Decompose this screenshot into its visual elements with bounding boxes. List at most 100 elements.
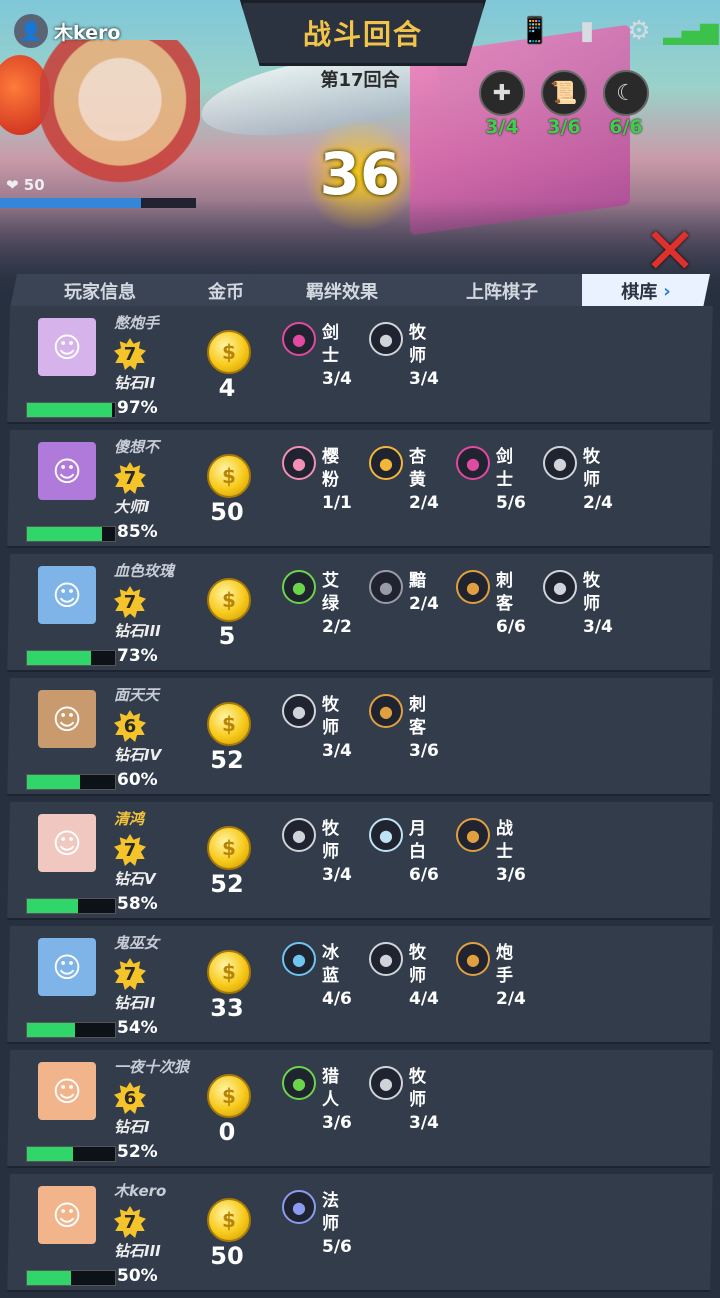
assassin-icon: ● — [456, 570, 490, 604]
progress-percent: 54% — [117, 1018, 158, 1038]
sword-icon: ● — [282, 322, 316, 356]
avatar[interactable]: ☺ — [38, 442, 96, 500]
eye-icon: ● — [369, 570, 403, 604]
avatar[interactable]: ☺ — [38, 318, 96, 376]
gold-coin-icon: $ — [207, 1198, 251, 1242]
lotus-icon: ● — [369, 446, 403, 480]
synergy-count: 3/6 — [409, 741, 439, 761]
synergy-count: 6/6 — [409, 865, 439, 885]
tab-synergy[interactable]: 羁绊效果 — [262, 278, 422, 304]
player-row[interactable]: ☺ 血色玫瑰 7 钻石III 73% $ 5 ● 艾绿 2/2 ● 黯 2/4 … — [7, 554, 713, 672]
avatar[interactable]: ☺ — [38, 938, 96, 996]
progress-percent: 52% — [117, 1142, 158, 1162]
close-icon[interactable]: ✕ — [640, 220, 700, 284]
bow-icon: ● — [282, 1066, 316, 1100]
cannon-icon: ● — [456, 942, 490, 976]
player-row[interactable]: ☺ 傻想不 7 大师I 85% $ 50 ● 樱粉 1/1 ● 杏黄 2/4 ●… — [7, 430, 713, 548]
synergy-name: 牧师 — [322, 695, 339, 738]
tab-piece-pool[interactable]: 棋库 › — [582, 274, 710, 308]
synergy-name: 牧师 — [409, 1067, 426, 1110]
synergy-summary-item: ☾ 6/6 — [602, 70, 650, 138]
synergy-count: 2/4 — [409, 493, 439, 513]
player-row[interactable]: ☺ 憋炮手 7 钻石II 97% $ 4 ● 剑士 3/4 ● 牧师 3/4 — [7, 306, 713, 424]
synergy-name: 战士 — [496, 819, 513, 862]
player-name: 清鸿 — [114, 810, 145, 828]
rank-label: 钻石III — [114, 1242, 161, 1260]
avatar[interactable]: ☺ — [38, 1062, 96, 1120]
avatar[interactable]: ☺ — [38, 1186, 96, 1244]
gear-icon[interactable]: ⚙ — [624, 14, 654, 48]
synergy-count: 1/1 — [322, 493, 352, 513]
gold-coin-icon: $ — [207, 330, 251, 374]
player-row[interactable]: ☺ 一夜十次狼 6 钻石I 52% $ 0 ● 猎人 3/6 ● 牧师 3/4 — [7, 1050, 713, 1168]
synergy-count: 3/4 — [322, 741, 352, 761]
player-row[interactable]: ☺ 鬼巫女 7 钻石II 54% $ 33 ● 冰蓝 4/6 ● 牧师 4/4 … — [7, 926, 713, 1044]
synergy-summary: ✚ 3/4 📜 3/6 ☾ 6/6 — [478, 70, 650, 138]
synergy-item: ● 艾绿 2/2 — [282, 570, 355, 639]
synergy-list: ● 法师 5/6 — [282, 1190, 355, 1259]
synergy-item: ● 剑士 5/6 — [456, 446, 529, 515]
level-star-icon: 6 — [114, 710, 146, 742]
progress-percent: 50% — [117, 1266, 158, 1286]
progress-bar — [26, 898, 116, 914]
synergy-item: ● 冰蓝 4/6 — [282, 942, 355, 1011]
progress-percent: 60% — [117, 770, 158, 790]
info-tabs: 玩家信息 金币 羁绊效果 上阵棋子 棋库 › — [10, 274, 710, 308]
synergy-count: 2/2 — [322, 617, 352, 637]
player-row[interactable]: ☺ 面天天 6 钻石IV 60% $ 52 ● 牧师 3/4 ● 刺客 3/6 — [7, 678, 713, 796]
player-name: 一夜十次狼 — [114, 1058, 190, 1076]
gold-amount: 52 — [210, 746, 244, 774]
page-title: 战斗回合 — [302, 18, 423, 51]
synergy-item: ● 牧师 4/4 — [369, 942, 442, 1011]
synergy-item: ● 牧师 2/4 — [543, 446, 616, 515]
cross-icon: ● — [369, 1066, 403, 1100]
progress-percent: 97% — [117, 398, 158, 418]
synergy-name: 黯 — [409, 571, 426, 591]
player-avatar-icon: 👤 — [14, 14, 48, 48]
synergy-item: ● 牧师 3/4 — [543, 570, 616, 639]
rank-label: 钻石IV — [114, 746, 162, 764]
cross-icon: ● — [282, 694, 316, 728]
synergy-item: ● 刺客 3/6 — [369, 694, 442, 763]
cross-icon: ● — [369, 942, 403, 976]
tab-player-info[interactable]: 玩家信息 — [10, 278, 190, 304]
mage-icon: ● — [282, 1190, 316, 1224]
level-star-icon: 7 — [114, 834, 146, 866]
player-header[interactable]: 👤 木kero — [14, 14, 120, 48]
player-row[interactable]: ☺ 清鸿 7 钻石V 58% $ 52 ● 牧师 3/4 ● 月白 6/6 ● … — [7, 802, 713, 920]
tab-gold[interactable]: 金币 — [190, 278, 262, 304]
avatar[interactable]: ☺ — [38, 566, 96, 624]
synergy-count: 3/4 — [409, 369, 439, 389]
scroll-icon: 📜 — [541, 70, 587, 116]
synergy-count: 3/4 — [583, 617, 613, 637]
cross-icon: ● — [543, 570, 577, 604]
avatar[interactable]: ☺ — [38, 690, 96, 748]
player-row[interactable]: ☺ 木kero 7 钻石III 50% $ 50 ● 法师 5/6 — [7, 1174, 713, 1292]
progress-bar — [26, 402, 116, 418]
player-name: 木kero — [114, 1182, 167, 1200]
avatar[interactable]: ☺ — [38, 814, 96, 872]
synergy-item: ● 炮手 2/4 — [456, 942, 529, 1011]
synergy-item: ● 牧师 3/4 — [369, 1066, 442, 1135]
synergy-name: 杏黄 — [409, 447, 426, 490]
synergy-count: 5/6 — [496, 493, 526, 513]
hp-bar — [0, 198, 196, 208]
synergy-name: 牧师 — [322, 819, 339, 862]
synergy-name: 刺客 — [409, 695, 426, 738]
synergy-name: 猎人 — [322, 1067, 339, 1110]
synergy-name: 炮手 — [496, 943, 513, 986]
synergy-list: ● 猎人 3/6 ● 牧师 3/4 — [282, 1066, 442, 1135]
player-name: 憋炮手 — [114, 314, 160, 332]
card-icon[interactable]: ▮ — [572, 14, 602, 48]
synergy-item: ● 黯 2/4 — [369, 570, 442, 639]
assassin-icon: ● — [369, 694, 403, 728]
synergy-name: 法师 — [322, 1191, 339, 1234]
tab-deployed-pieces[interactable]: 上阵棋子 — [422, 278, 582, 304]
synergy-count: 6/6 — [496, 617, 526, 637]
progress-bar — [26, 1022, 116, 1038]
phone-sync-icon[interactable]: 📱 — [519, 14, 551, 48]
progress-bar — [26, 774, 116, 790]
gold-coin-icon: $ — [207, 702, 251, 746]
synergy-name: 剑士 — [322, 323, 339, 366]
player-name: 面天天 — [114, 686, 160, 704]
